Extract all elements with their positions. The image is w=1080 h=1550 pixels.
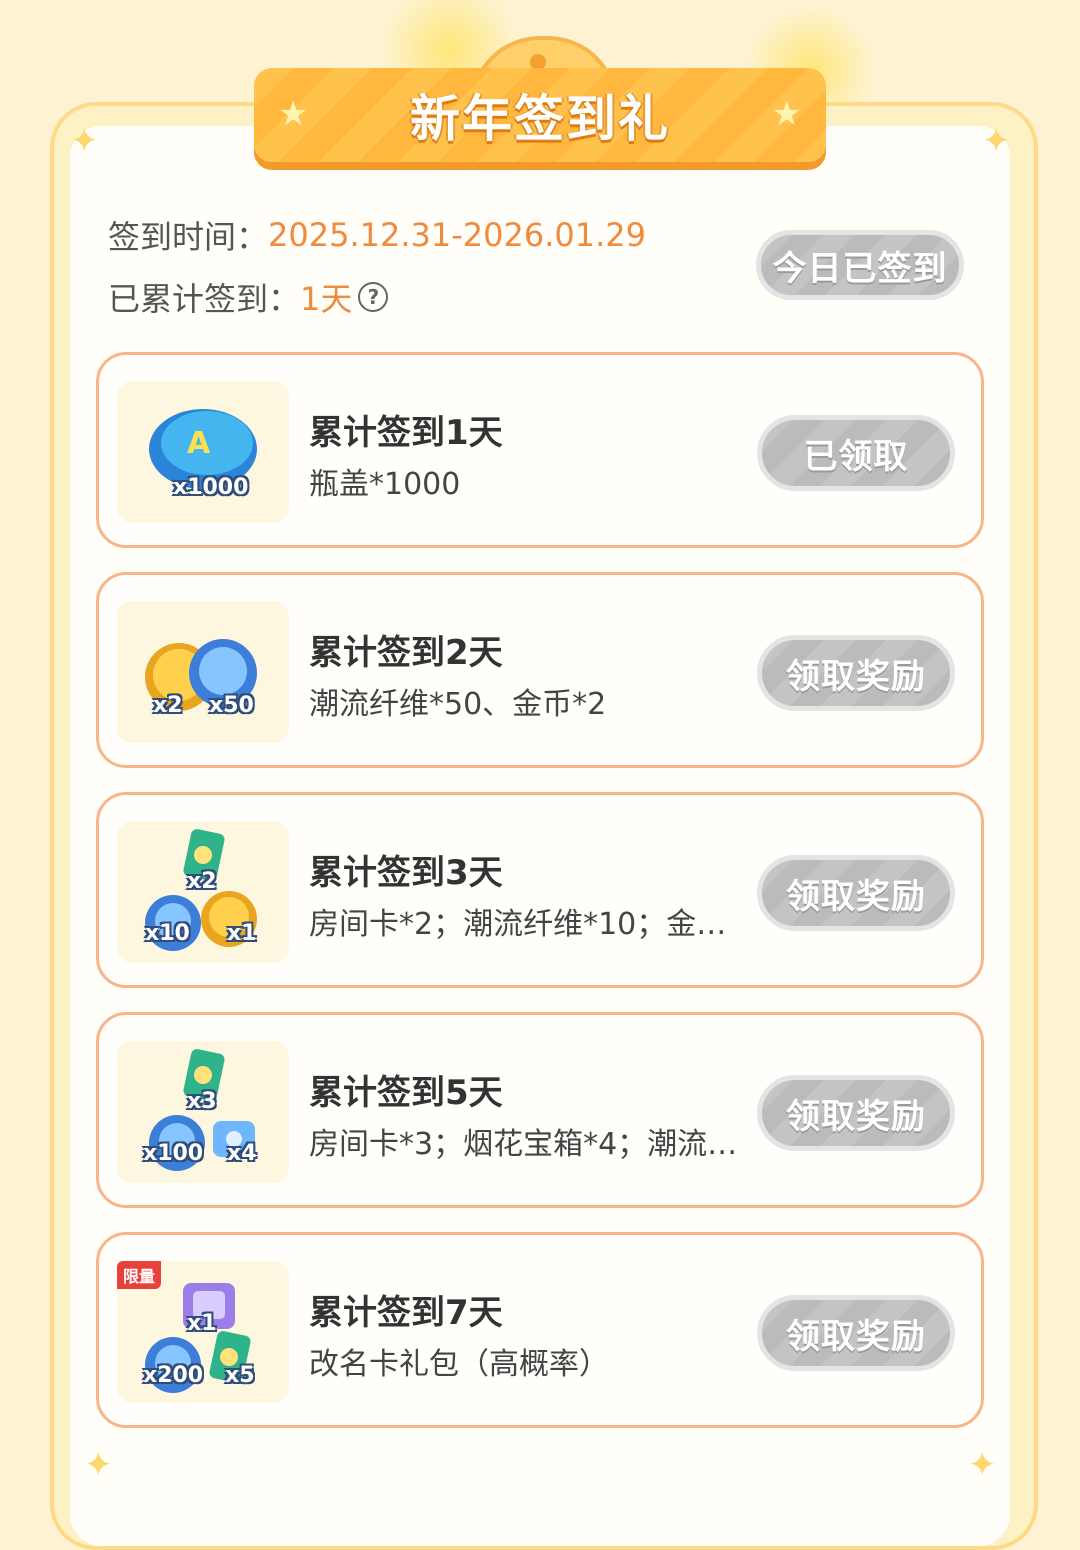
- reward-title: 累计签到7天: [309, 1293, 503, 1333]
- signin-period-value: 2025.12.31-2026.01.29: [268, 216, 646, 254]
- star-icon: ✦: [84, 1445, 113, 1485]
- reward-thumbnail: x3 x100 x4: [117, 1041, 289, 1183]
- title-banner: ★ 新年签到礼 ★: [254, 68, 826, 162]
- star-icon: ✦: [968, 1445, 997, 1485]
- reward-desc: 房间卡*3；烟花宝箱*4；潮流…: [309, 1127, 738, 1162]
- reward-quantity: x50: [209, 693, 254, 718]
- page-title: 新年签到礼: [410, 90, 670, 148]
- star-icon: ★: [278, 94, 309, 134]
- reward-card-day7: 限量 x1 x200 x5 累计签到7天 改名卡礼包（高概率） 领取奖励: [96, 1232, 984, 1428]
- signed-today-button[interactable]: 今日已签到: [756, 230, 964, 300]
- claim-reward-button[interactable]: 领取奖励: [757, 1295, 955, 1371]
- reward-quantity: x10: [145, 921, 190, 946]
- reward-desc: 改名卡礼包（高概率）: [309, 1347, 609, 1382]
- help-icon[interactable]: ?: [358, 282, 389, 312]
- reward-quantity: x1: [187, 1311, 217, 1336]
- reward-card-day3: x2 x10 x1 累计签到3天 房间卡*2；潮流纤维*10；金… 领取奖励: [96, 792, 984, 988]
- reward-thumbnail: x2 x50: [117, 601, 289, 743]
- reward-desc: 房间卡*2；潮流纤维*10；金…: [309, 907, 727, 942]
- reward-quantity: x3: [187, 1089, 217, 1114]
- reward-quantity: x1: [227, 921, 257, 946]
- limited-badge: 限量: [117, 1261, 162, 1289]
- claim-reward-button[interactable]: 领取奖励: [757, 1075, 955, 1151]
- star-icon: ✦: [70, 121, 99, 161]
- reward-thumbnail: A x1000: [117, 381, 289, 523]
- reward-title: 累计签到2天: [309, 633, 503, 673]
- reward-quantity: x4: [227, 1141, 257, 1166]
- signin-count-label: 已累计签到：: [108, 280, 301, 318]
- reward-desc: 瓶盖*1000: [309, 467, 461, 502]
- reward-title: 累计签到3天: [309, 853, 503, 893]
- reward-thumbnail: x2 x10 x1: [117, 821, 289, 963]
- reward-card-day5: x3 x100 x4 累计签到5天 房间卡*3；烟花宝箱*4；潮流… 领取奖励: [96, 1012, 984, 1208]
- reward-card-day1: A x1000 累计签到1天 瓶盖*1000 已领取: [96, 352, 984, 548]
- reward-quantity: x200: [143, 1363, 204, 1388]
- star-icon: ✦: [982, 121, 1011, 161]
- bottle-cap-icon: A: [149, 409, 257, 489]
- signin-period-label: 签到时间：: [108, 218, 269, 256]
- reward-title: 累计签到1天: [309, 413, 503, 453]
- reward-quantity: x2: [187, 869, 217, 894]
- svg-text:A: A: [187, 426, 211, 461]
- reward-quantity: x2: [153, 693, 183, 718]
- reward-title: 累计签到5天: [309, 1073, 503, 1113]
- reward-quantity: x100: [143, 1141, 204, 1166]
- signin-count-value: 1天: [300, 280, 353, 318]
- star-icon: ★: [771, 94, 802, 134]
- reward-quantity: x5: [225, 1363, 255, 1388]
- reward-desc: 潮流纤维*50、金币*2: [309, 687, 607, 722]
- reward-thumbnail: 限量 x1 x200 x5: [117, 1261, 289, 1403]
- signin-period: 签到时间： 2025.12.31-2026.01.29: [108, 212, 646, 258]
- claimed-button[interactable]: 已领取: [757, 415, 955, 491]
- signin-count: 已累计签到： 1天 ?: [108, 274, 389, 320]
- claim-reward-button[interactable]: 领取奖励: [757, 635, 955, 711]
- reward-quantity: x1000: [173, 475, 249, 500]
- reward-card-day2: x2 x50 累计签到2天 潮流纤维*50、金币*2 领取奖励: [96, 572, 984, 768]
- claim-reward-button[interactable]: 领取奖励: [757, 855, 955, 931]
